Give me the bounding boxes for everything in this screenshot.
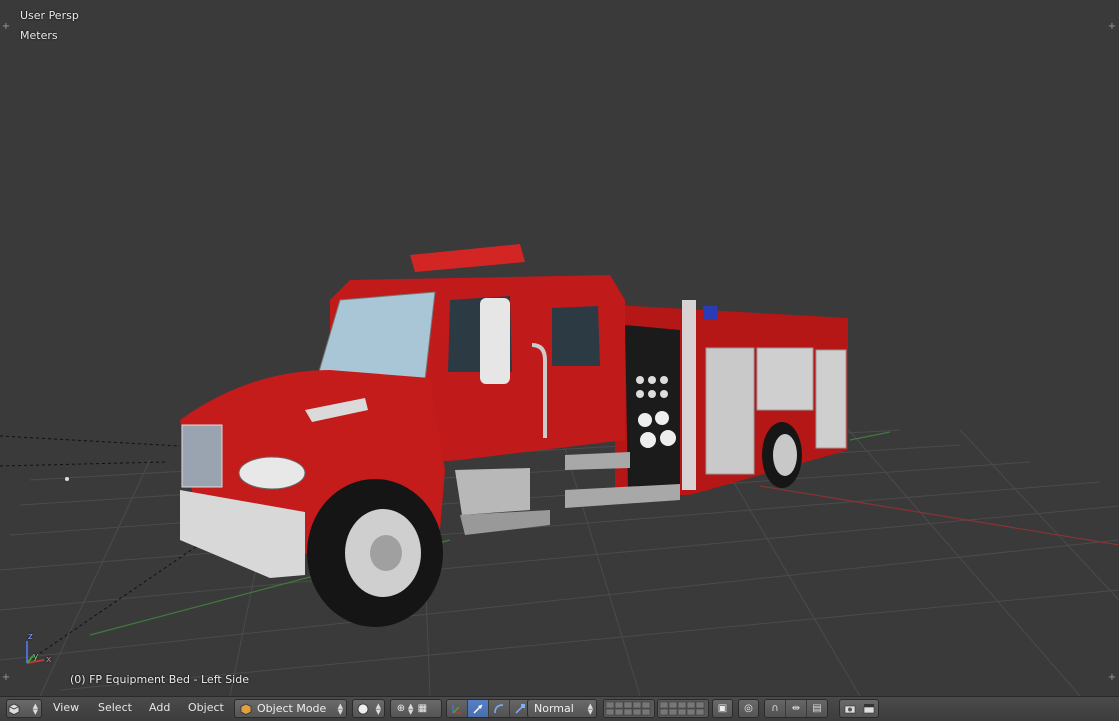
snap-target-icon[interactable]: ▤: [807, 700, 827, 717]
layers-icon: [604, 700, 654, 717]
manipulator-icon[interactable]: [447, 700, 468, 717]
viewport-header: ▲ ▼ View Select Add Object Object Mode ▲ ▼…: [0, 696, 1119, 721]
object-info: (0) FP Equipment Bed - Left Side: [70, 673, 249, 686]
manipulator-group: [446, 699, 531, 718]
side-mirror: [480, 298, 510, 384]
view-name: User Persp: [20, 9, 79, 22]
axis-label-y: y: [33, 652, 39, 662]
rear-strip: [682, 300, 696, 490]
mode-selector[interactable]: Object Mode ▲ ▼: [234, 699, 347, 718]
rotate-icon[interactable]: [489, 700, 510, 717]
proportional-edit-button[interactable]: ◎: [738, 699, 759, 718]
proportional-icon: ◎: [744, 703, 753, 714]
cab-roof-light: [410, 244, 525, 272]
layers-group-2[interactable]: [657, 699, 709, 718]
chevron-updown-icon: ▲ ▼: [408, 701, 414, 716]
axis-label-z: z: [28, 632, 33, 642]
chevron-updown-icon: ▲ ▼: [375, 701, 381, 716]
compartment-open: [625, 325, 680, 490]
side-step: [455, 468, 530, 515]
layer-lock-icon: ▣: [717, 703, 728, 714]
mode-label: Object Mode: [257, 702, 327, 715]
corner-plus-icon[interactable]: +: [1107, 673, 1117, 683]
lock-layer-button[interactable]: ▣: [712, 699, 733, 718]
clapper-icon[interactable]: [862, 702, 876, 715]
snap-element-icon[interactable]: ⇹: [786, 700, 807, 717]
origin-point: [65, 477, 69, 481]
roll-door-3: [815, 349, 847, 449]
3d-viewport[interactable]: + + + + User Persp Meters (0) FP Equipme…: [0, 0, 1119, 696]
viewport-shading-button[interactable]: ▲ ▼: [352, 699, 385, 718]
cube-icon: [7, 702, 21, 715]
orientation-label: Normal: [534, 702, 574, 715]
headlight: [238, 456, 306, 490]
door-window-2: [552, 306, 600, 366]
menu-object[interactable]: Object: [188, 701, 224, 714]
editor-type-button[interactable]: ▲ ▼: [6, 699, 42, 718]
chevron-updown-icon: ▲ ▼: [587, 701, 593, 716]
pivot-icon: ⊕: [396, 703, 406, 714]
sphere-icon: [356, 702, 370, 715]
axis-label-x: x: [46, 655, 52, 665]
viewport-scene: [0, 244, 1119, 696]
roll-door-2: [756, 347, 814, 411]
chevron-updown-icon: ▲ ▼: [32, 701, 38, 716]
corner-plus-icon[interactable]: +: [1, 22, 11, 32]
step-plate: [565, 452, 630, 470]
grid-floor: [0, 419, 1119, 696]
layers-group-1[interactable]: [603, 699, 655, 718]
menu-select[interactable]: Select: [98, 701, 132, 714]
roll-door-1: [705, 347, 755, 475]
pivot-align-icon: ▦: [417, 703, 428, 714]
fire-truck-model: [180, 244, 848, 627]
pivot-point-button[interactable]: ⊕ ▲ ▼ ▦: [390, 699, 442, 718]
render-buttons[interactable]: [839, 699, 879, 718]
camera-icon[interactable]: [843, 702, 857, 715]
menu-add[interactable]: Add: [149, 701, 170, 714]
chevron-updown-icon: ▲ ▼: [337, 701, 343, 716]
light-bar-rear: [703, 306, 717, 320]
layers-icon: [658, 700, 708, 717]
y-axis-line-back: [849, 431, 891, 441]
object-mode-icon: [239, 702, 253, 715]
translate-icon[interactable]: [468, 700, 489, 717]
grille: [181, 424, 223, 488]
step-plate-2: [565, 484, 680, 508]
units-label: Meters: [20, 29, 58, 42]
menu-view[interactable]: View: [53, 701, 79, 714]
magnet-icon[interactable]: ∩: [765, 700, 786, 717]
corner-plus-icon[interactable]: +: [1, 673, 11, 683]
corner-plus-icon[interactable]: +: [1107, 22, 1117, 32]
snap-group: ∩ ⇹ ▤: [764, 699, 828, 718]
transform-orientation-select[interactable]: Normal ▲ ▼: [527, 699, 597, 718]
